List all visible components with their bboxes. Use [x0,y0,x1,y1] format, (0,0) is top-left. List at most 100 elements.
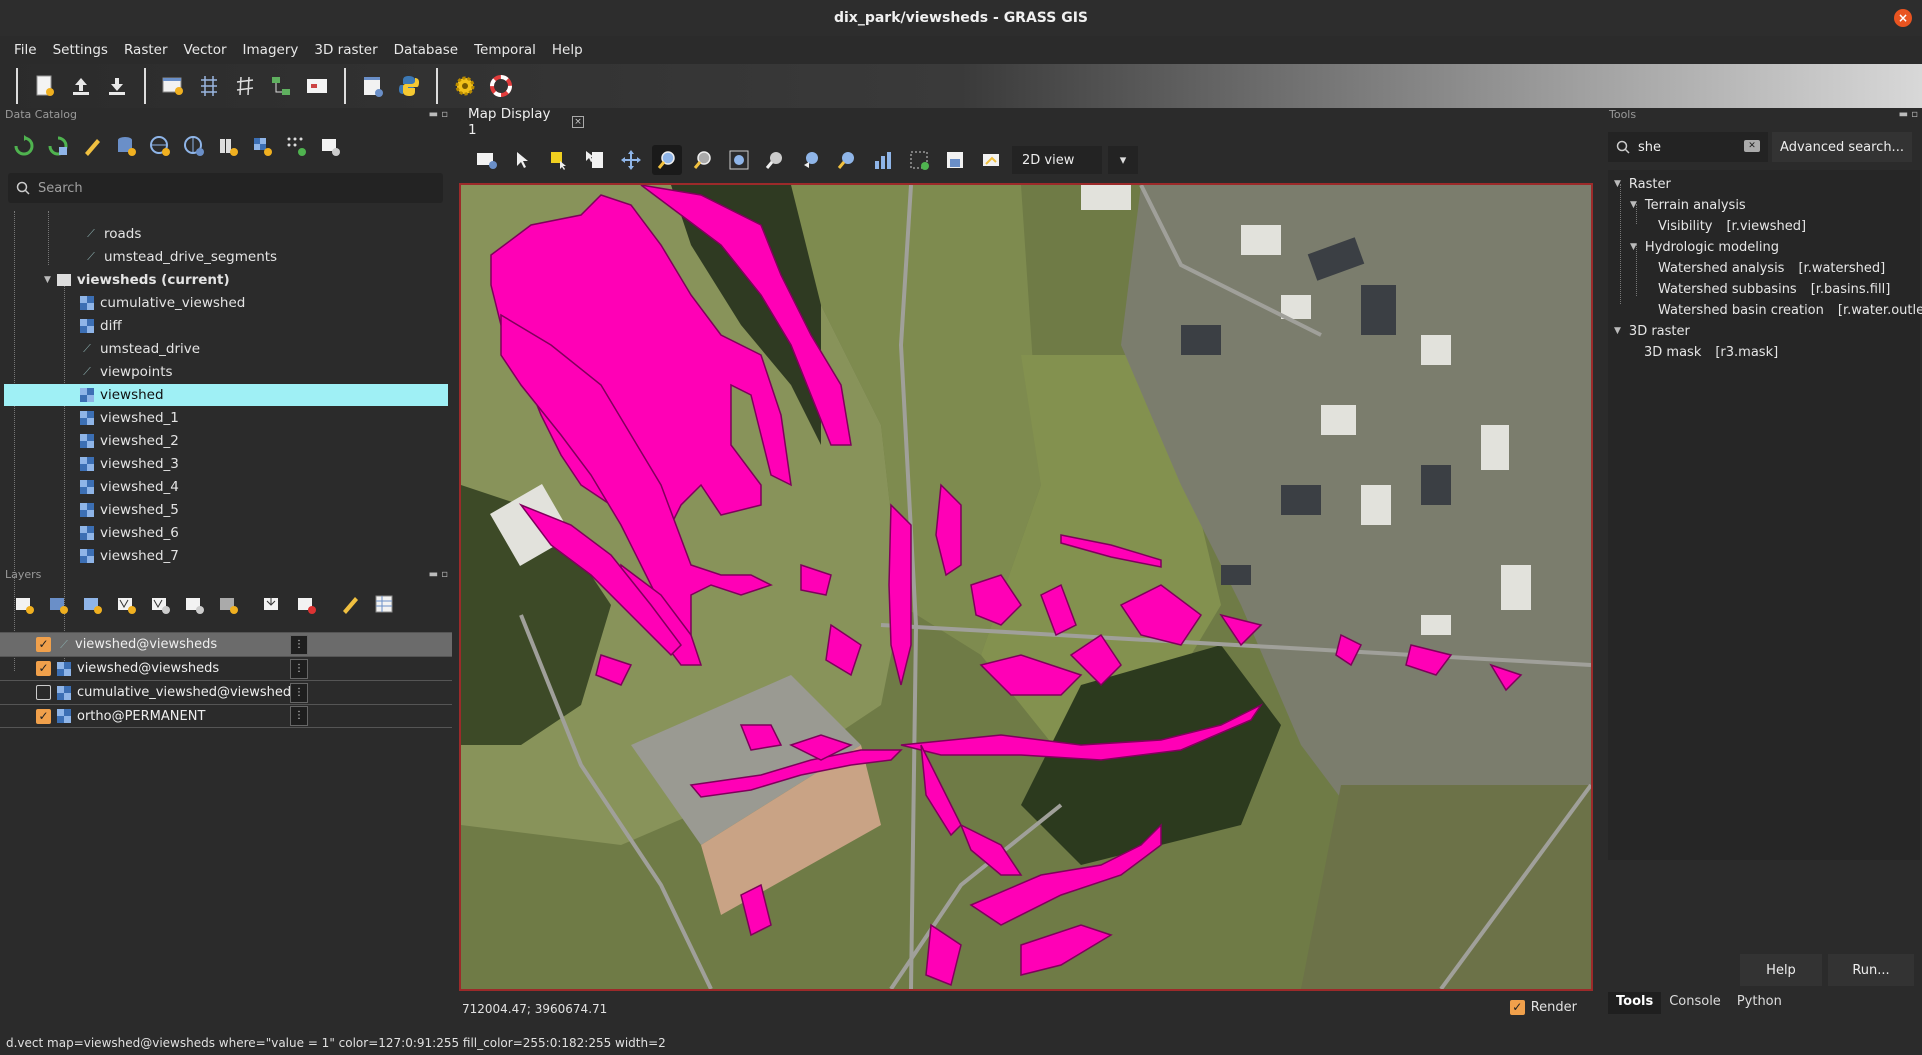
collapse-triangle-icon[interactable]: ▼ [1630,242,1637,252]
layer-visibility-checkbox[interactable]: ✓ [36,708,51,724]
tools-tree-watershed-analysis[interactable]: Watershed analysis [r.watershed] [1658,258,1885,278]
tools-tree-terrain-analysis[interactable]: ▼ Terrain analysis [1630,195,1746,215]
tools-tree-3d-mask[interactable]: 3D mask [r3.mask] [1644,342,1778,362]
settings-gear-icon[interactable] [450,71,480,101]
edit-vector-icon[interactable] [336,590,364,618]
add-overlay-map-icon[interactable] [904,145,934,175]
add-group-icon[interactable] [214,590,242,618]
dock-icon[interactable]: ▬ ▫ [429,569,448,580]
catalog-search-input[interactable]: Search [8,173,443,203]
tree-item-umstead-drive-segments[interactable]: ⟋ umstead_drive_segments [84,246,277,268]
tools-tree-3d-raster[interactable]: ▼ 3D raster [1614,321,1690,341]
add-overlay-icon[interactable] [180,590,208,618]
menu-3d-raster[interactable]: 3D raster [306,42,385,58]
tree-item-roads[interactable]: ⟋ roads [84,223,141,245]
tab-python[interactable]: Python [1729,992,1790,1014]
menu-file[interactable]: File [6,42,45,58]
layer-row[interactable]: ✓ ortho@PERMANENT ⋮ [0,704,452,728]
add-location-icon[interactable] [146,132,174,160]
layer-visibility-checkbox[interactable]: ✓ [36,637,51,652]
tree-item-viewshed-3[interactable]: viewshed_3 [80,453,179,475]
tree-item-viewshed-6[interactable]: viewshed_6 [80,522,179,544]
render-checkbox[interactable]: ✓ [1509,1000,1525,1015]
help-button[interactable]: Help [1740,954,1822,986]
map-image[interactable] [461,185,1591,989]
tree-item-viewshed-5[interactable]: viewshed_5 [80,499,179,521]
georectifier-icon[interactable] [194,71,224,101]
tools-tree-visibility[interactable]: Visibility [r.viewshed] [1658,216,1806,236]
zoom-back-icon[interactable] [760,145,790,175]
add-mapset-icon[interactable] [214,132,242,160]
collapse-triangle-icon[interactable]: ▼ [1614,179,1621,189]
tree-item-diff[interactable]: diff [80,315,122,337]
import-raster-icon[interactable] [248,132,276,160]
tree-item-viewshed-7[interactable]: viewshed_7 [80,545,179,567]
menu-vector[interactable]: Vector [176,42,235,58]
help-lifebuoy-icon[interactable] [486,71,516,101]
render-toggle[interactable]: ✓ Render [1509,1000,1577,1015]
close-tab-icon[interactable]: × [572,116,584,128]
view-mode-select[interactable]: 2D view [1012,146,1102,174]
layer-row[interactable]: ✓ ⟋ viewshed@viewsheds ⋮ [0,632,452,656]
download-location-icon[interactable] [180,132,208,160]
zoom-previous-icon[interactable] [796,145,826,175]
tools-tree-hydrologic-modeling[interactable]: ▼ Hydrologic modeling [1630,237,1779,257]
edit-pencil-icon[interactable] [78,132,106,160]
add-vector-misc-icon[interactable] [146,590,174,618]
menu-settings[interactable]: Settings [45,42,116,58]
import-layer-icon[interactable] [316,132,344,160]
tools-tree-raster[interactable]: ▼ Raster [1614,174,1671,194]
launch-script-icon[interactable] [358,71,388,101]
cartographic-composer-icon[interactable] [302,71,332,101]
analyze-icon[interactable] [868,145,898,175]
tree-item-mapset-viewsheds[interactable]: ▼ viewsheds (current) [44,269,230,291]
layer-opacity-control[interactable]: ⋮ [290,706,308,726]
collapse-triangle-icon[interactable]: ▼ [1614,326,1621,336]
zoom-in-icon[interactable] [652,145,682,175]
map-canvas[interactable] [459,183,1593,991]
tab-console[interactable]: Console [1661,992,1729,1014]
layer-opacity-control[interactable]: ⋮ [290,658,308,679]
layer-opacity-control[interactable]: ⋮ [290,682,308,703]
collapse-triangle-icon[interactable]: ▼ [44,275,51,285]
clear-search-icon[interactable]: ✕ [1744,140,1760,152]
run-button[interactable]: Run... [1828,954,1914,986]
layer-row[interactable]: cumulative_viewshed@viewsheds ⋮ [0,680,452,704]
menu-imagery[interactable]: Imagery [235,42,307,58]
new-workspace-icon[interactable] [30,71,60,101]
grid-icon[interactable] [230,71,260,101]
layer-opacity-control[interactable]: ⋮ [290,634,308,655]
add-vector-icon[interactable] [112,590,140,618]
save-workspace-icon[interactable] [102,71,132,101]
chevron-down-icon[interactable]: ▾ [1108,146,1138,174]
add-raster-icon[interactable] [44,590,72,618]
zoom-out-icon[interactable] [688,145,718,175]
new-map-display-icon[interactable] [158,71,188,101]
add-raster-misc-icon[interactable] [78,590,106,618]
collapse-triangle-icon[interactable]: ▼ [1630,200,1637,210]
tools-tree-watershed-basin-creation[interactable]: Watershed basin creation [r.water.outle [1658,300,1922,320]
reload-tree-icon[interactable] [10,132,38,160]
tools-search-input[interactable]: she ✕ [1608,132,1768,162]
tab-map-display-1[interactable]: Map Display 1 × [458,106,584,138]
render-map-icon[interactable] [472,145,502,175]
zoom-next-icon[interactable] [832,145,862,175]
menu-temporal[interactable]: Temporal [466,42,544,58]
attribute-table-icon[interactable] [370,590,398,618]
tree-item-viewshed-4[interactable]: viewshed_4 [80,476,179,498]
tab-tools[interactable]: Tools [1608,992,1662,1014]
open-workspace-icon[interactable] [66,71,96,101]
tree-item-viewpoints[interactable]: ⟋ viewpoints [80,361,172,383]
tree-item-cumulative-viewshed[interactable]: cumulative_viewshed [80,292,245,314]
dock-icon[interactable]: ▬ ▫ [429,109,448,120]
dock-icon[interactable]: ▬ ▫ [1899,109,1918,120]
query-icon[interactable] [580,145,610,175]
import-map-icon[interactable] [258,590,286,618]
python-icon[interactable] [394,71,424,101]
tree-item-viewshed[interactable]: viewshed [4,384,448,406]
pan-icon[interactable] [616,145,646,175]
select-icon[interactable] [544,145,574,175]
menu-database[interactable]: Database [386,42,466,58]
pointer-icon[interactable] [508,145,538,175]
tree-item-viewshed-2[interactable]: viewshed_2 [80,430,179,452]
